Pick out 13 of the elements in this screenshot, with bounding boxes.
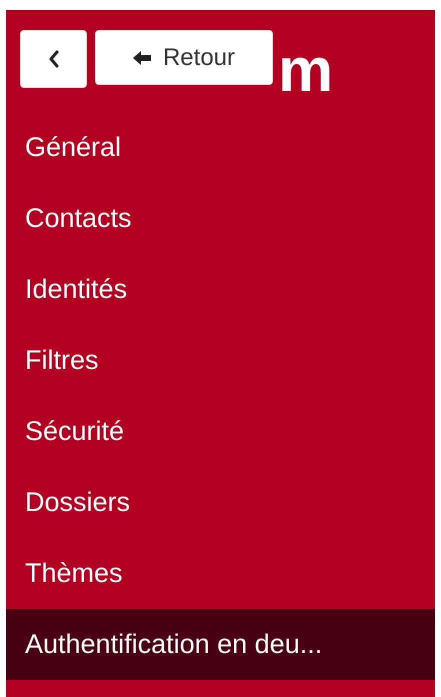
menu-item[interactable]: Authentification en deu... <box>6 609 435 680</box>
menu-item[interactable]: Filtres <box>6 325 435 396</box>
menu-item[interactable]: Identités <box>6 254 435 325</box>
menu-item[interactable]: Sécurité <box>6 396 435 467</box>
collapse-button[interactable] <box>20 30 87 88</box>
chevron-left-icon <box>48 50 60 68</box>
back-button[interactable]: Retour <box>95 30 273 85</box>
menu-item[interactable]: Thèmes <box>6 538 435 609</box>
arrow-left-icon <box>132 50 151 64</box>
logo-text: m <box>278 40 334 102</box>
menu-item[interactable]: Contacts <box>6 183 435 254</box>
menu-item[interactable]: Général <box>6 112 435 183</box>
menu-item[interactable]: Dossiers <box>6 467 435 538</box>
